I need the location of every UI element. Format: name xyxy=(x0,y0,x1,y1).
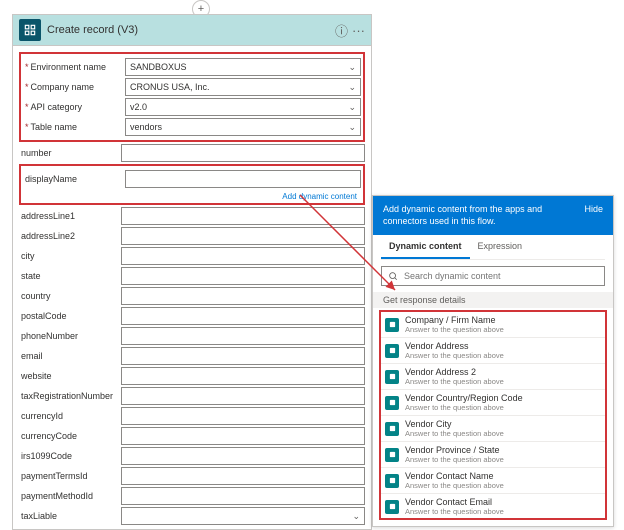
city-label: city xyxy=(19,251,121,261)
forms-icon xyxy=(385,344,399,358)
addr2-input[interactable] xyxy=(121,227,365,245)
dynamic-items-highlight: Company / Firm NameAnswer to the questio… xyxy=(379,310,607,520)
api-select[interactable]: v2.0⌄ xyxy=(125,98,361,116)
chevron-down-icon: ⌄ xyxy=(348,102,356,113)
forms-icon xyxy=(385,474,399,488)
group-title: Get response details xyxy=(373,292,613,308)
action-title: Create record (V3) xyxy=(47,24,329,36)
forms-icon xyxy=(385,396,399,410)
currcode-label: currencyCode xyxy=(19,431,121,441)
env-select[interactable]: SANDBOXUS⌄ xyxy=(125,58,361,76)
taxliable-input[interactable]: ⌄ xyxy=(121,507,365,525)
irs-input[interactable] xyxy=(121,447,365,465)
forms-icon xyxy=(385,500,399,514)
currcode-input[interactable] xyxy=(121,427,365,445)
addr1-label: addressLine1 xyxy=(19,211,121,221)
chevron-down-icon: ⌄ xyxy=(348,122,356,133)
state-label: state xyxy=(19,271,121,281)
add-dynamic-link[interactable]: Add dynamic content xyxy=(23,190,361,201)
country-label: country xyxy=(19,291,121,301)
displayname-label: displayName xyxy=(23,174,125,184)
displayname-input[interactable] xyxy=(125,170,361,188)
currid-label: currencyId xyxy=(19,411,121,421)
number-input[interactable] xyxy=(121,144,365,162)
payterm-label: paymentTermsId xyxy=(19,471,121,481)
connector-icon xyxy=(19,19,41,41)
forms-icon xyxy=(385,422,399,436)
tab-expression[interactable]: Expression xyxy=(470,235,531,259)
action-body: Environment nameSANDBOXUS⌄ Company nameC… xyxy=(13,46,371,529)
taxliable-label: taxLiable xyxy=(19,511,121,521)
taxreg-label: taxRegistrationNumber xyxy=(19,391,121,401)
company-select[interactable]: CRONUS USA, Inc.⌄ xyxy=(125,78,361,96)
displayname-highlight: displayName Add dynamic content xyxy=(19,164,365,205)
dynamic-header: Add dynamic content from the apps and co… xyxy=(373,196,613,235)
more-icon[interactable]: ··· xyxy=(352,23,365,38)
forms-icon xyxy=(385,448,399,462)
tab-dynamic-content[interactable]: Dynamic content xyxy=(381,235,470,259)
chevron-down-icon: ⌄ xyxy=(348,82,356,93)
forms-icon xyxy=(385,370,399,384)
chevron-down-icon: ⌄ xyxy=(352,511,360,522)
email-input[interactable] xyxy=(121,347,365,365)
company-label: Company name xyxy=(23,82,125,92)
table-label: Table name xyxy=(23,122,125,132)
addr1-input[interactable] xyxy=(121,207,365,225)
email-label: email xyxy=(19,351,121,361)
postal-label: postalCode xyxy=(19,311,121,321)
addr2-label: addressLine2 xyxy=(19,231,121,241)
dyn-item-contact[interactable]: Vendor Contact NameAnswer to the questio… xyxy=(381,468,605,494)
search-icon xyxy=(388,271,398,281)
currid-input[interactable] xyxy=(121,407,365,425)
dyn-item-city[interactable]: Vendor CityAnswer to the question above xyxy=(381,416,605,442)
dyn-item-addr[interactable]: Vendor AddressAnswer to the question abo… xyxy=(381,338,605,364)
paymeth-label: paymentMethodId xyxy=(19,491,121,501)
forms-icon xyxy=(385,318,399,332)
dynamic-content-panel: Add dynamic content from the apps and co… xyxy=(372,195,614,527)
paymeth-input[interactable] xyxy=(121,487,365,505)
dyn-item-email[interactable]: Vendor Contact EmailAnswer to the questi… xyxy=(381,494,605,520)
dyn-item-addr2[interactable]: Vendor Address 2Answer to the question a… xyxy=(381,364,605,390)
website-label: website xyxy=(19,371,121,381)
dyn-item-country[interactable]: Vendor Country/Region CodeAnswer to the … xyxy=(381,390,605,416)
dyn-item-province[interactable]: Vendor Province / StateAnswer to the que… xyxy=(381,442,605,468)
dynamic-tabs: Dynamic content Expression xyxy=(381,235,605,260)
required-group-highlight: Environment nameSANDBOXUS⌄ Company nameC… xyxy=(19,52,365,142)
phone-label: phoneNumber xyxy=(19,331,121,341)
table-select[interactable]: vendors⌄ xyxy=(125,118,361,136)
phone-input[interactable] xyxy=(121,327,365,345)
action-header[interactable]: Create record (V3) ⓘ ··· xyxy=(13,15,371,46)
action-card: Create record (V3) ⓘ ··· Environment nam… xyxy=(12,14,372,530)
number-label: number xyxy=(19,148,121,158)
irs-label: irs1099Code xyxy=(19,451,121,461)
api-label: API category xyxy=(23,102,125,112)
hide-link[interactable]: Hide xyxy=(584,204,603,214)
website-input[interactable] xyxy=(121,367,365,385)
search-box[interactable] xyxy=(381,266,605,286)
postal-input[interactable] xyxy=(121,307,365,325)
env-label: Environment name xyxy=(23,62,125,72)
country-input[interactable] xyxy=(121,287,365,305)
state-input[interactable] xyxy=(121,267,365,285)
dyn-item-company[interactable]: Company / Firm NameAnswer to the questio… xyxy=(381,312,605,338)
city-input[interactable] xyxy=(121,247,365,265)
taxreg-input[interactable] xyxy=(121,387,365,405)
payterm-input[interactable] xyxy=(121,467,365,485)
chevron-down-icon: ⌄ xyxy=(348,62,356,73)
search-input[interactable] xyxy=(404,271,598,281)
help-icon[interactable]: ⓘ xyxy=(335,21,348,40)
